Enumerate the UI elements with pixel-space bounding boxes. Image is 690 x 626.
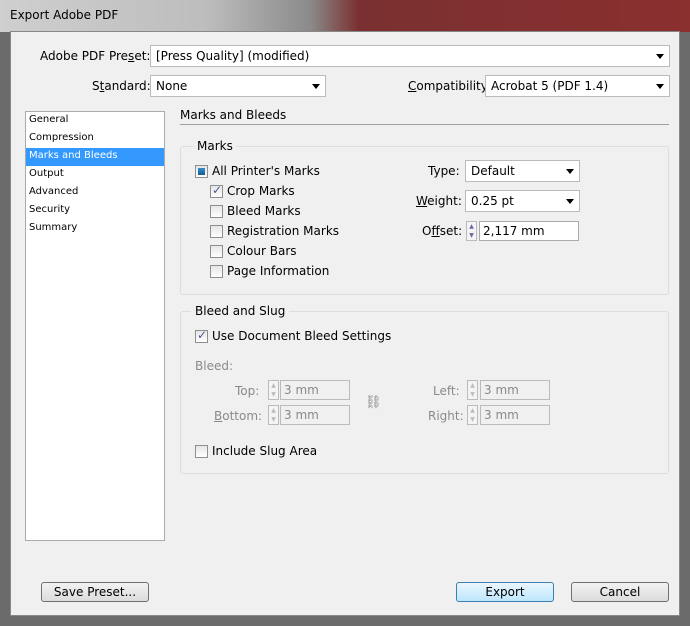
sidebar-item-general[interactable]: General xyxy=(26,112,164,130)
checkbox-label: Include Slug Area xyxy=(212,444,318,458)
crop-marks-checkbox[interactable]: Crop Marks xyxy=(210,183,295,198)
standard-value: None xyxy=(156,79,188,93)
weight-dropdown[interactable]: 0.25 pt xyxy=(465,190,580,212)
sidebar-item-output[interactable]: Output xyxy=(26,166,164,184)
panel-title: Marks and Bleeds xyxy=(180,108,287,122)
weight-label: Weight: xyxy=(416,194,462,208)
checkbox-label: Crop Marks xyxy=(227,184,295,198)
checkbox-label: Registration Marks xyxy=(227,224,340,238)
checkbox[interactable] xyxy=(210,264,223,278)
bleed-marks-checkbox[interactable]: Bleed Marks xyxy=(210,204,301,218)
type-dropdown[interactable]: Default xyxy=(465,160,580,182)
include-slug-checkbox[interactable]: Include Slug Area xyxy=(195,444,317,458)
checkbox[interactable] xyxy=(195,328,208,343)
preset-label: Adobe PDF Preset: xyxy=(40,49,151,63)
checkbox-label: Use Document Bleed Settings xyxy=(212,329,392,343)
use-document-bleed-checkbox[interactable]: Use Document Bleed Settings xyxy=(195,328,392,343)
bottom-label: Bottom: xyxy=(214,409,263,423)
page-information-checkbox[interactable]: Page Information xyxy=(210,264,329,278)
marks-group-label: Marks xyxy=(193,139,237,153)
top-input: 3 mm xyxy=(280,380,350,400)
checkbox[interactable] xyxy=(210,224,223,238)
chevron-down-icon xyxy=(656,84,664,89)
checkbox-label: All Printer's Marks xyxy=(212,164,320,178)
export-button[interactable]: Export xyxy=(456,582,554,602)
checkbox[interactable] xyxy=(210,183,223,198)
link-icon: ⛓ xyxy=(365,395,382,410)
offset-label: Offset: xyxy=(422,224,463,238)
chevron-down-icon xyxy=(312,84,320,89)
registration-marks-checkbox[interactable]: Registration Marks xyxy=(210,224,339,238)
panel-divider xyxy=(180,124,669,125)
all-printers-marks-checkbox[interactable]: All Printer's Marks xyxy=(195,164,320,178)
standard-label: Standard: xyxy=(92,79,151,93)
preset-value: [Press Quality] (modified) xyxy=(156,49,310,63)
sidebar-item-summary[interactable]: Summary xyxy=(26,220,164,238)
window-title: Export Adobe PDF xyxy=(10,8,119,22)
compatibility-label: Compatibility: xyxy=(408,79,492,93)
bleed-label: Bleed: xyxy=(195,359,233,373)
chevron-down-icon xyxy=(656,54,664,59)
right-input: 3 mm xyxy=(480,405,550,425)
chevron-down-icon xyxy=(566,199,574,204)
sidebar-item-security[interactable]: Security xyxy=(26,202,164,220)
checkbox-mixed[interactable] xyxy=(195,164,208,178)
right-label: Right: xyxy=(428,409,464,423)
checkbox-label: Bleed Marks xyxy=(227,204,301,218)
weight-value: 0.25 pt xyxy=(471,194,514,208)
sidebar-item-compression[interactable]: Compression xyxy=(26,130,164,148)
colour-bars-checkbox[interactable]: Colour Bars xyxy=(210,244,297,258)
compatibility-dropdown[interactable]: Acrobat 5 (PDF 1.4) xyxy=(485,75,670,97)
checkbox[interactable] xyxy=(210,244,223,258)
save-preset-button[interactable]: Save Preset... xyxy=(41,582,149,602)
bottom-spinner: ▲ ▼ xyxy=(268,405,279,425)
sidebar: General Compression Marks and Bleeds Out… xyxy=(25,111,165,541)
left-label: Left: xyxy=(433,384,460,398)
bottom-input: 3 mm xyxy=(280,405,350,425)
type-label: Type: xyxy=(428,164,460,178)
sidebar-item-advanced[interactable]: Advanced xyxy=(26,184,164,202)
checkbox[interactable] xyxy=(195,444,208,458)
sidebar-item-marks-and-bleeds[interactable]: Marks and Bleeds xyxy=(26,148,164,166)
checkbox[interactable] xyxy=(210,204,223,218)
standard-dropdown[interactable]: None xyxy=(150,75,326,97)
chevron-down-icon xyxy=(566,169,574,174)
top-spinner: ▲ ▼ xyxy=(268,380,279,400)
left-spinner: ▲ ▼ xyxy=(467,380,478,400)
type-value: Default xyxy=(471,164,515,178)
bleed-slug-group-label: Bleed and Slug xyxy=(191,304,290,318)
compatibility-value: Acrobat 5 (PDF 1.4) xyxy=(491,79,609,93)
cancel-button[interactable]: Cancel xyxy=(571,582,669,602)
left-input: 3 mm xyxy=(480,380,550,400)
top-label: Top: xyxy=(235,384,260,398)
right-spinner: ▲ ▼ xyxy=(467,405,478,425)
checkbox-label: Colour Bars xyxy=(227,244,297,258)
preset-dropdown[interactable]: [Press Quality] (modified) xyxy=(150,45,670,67)
offset-input[interactable]: 2,117 mm xyxy=(479,221,579,241)
offset-spinner[interactable]: ▲ ▼ xyxy=(466,221,477,241)
checkbox-label: Page Information xyxy=(227,264,330,278)
